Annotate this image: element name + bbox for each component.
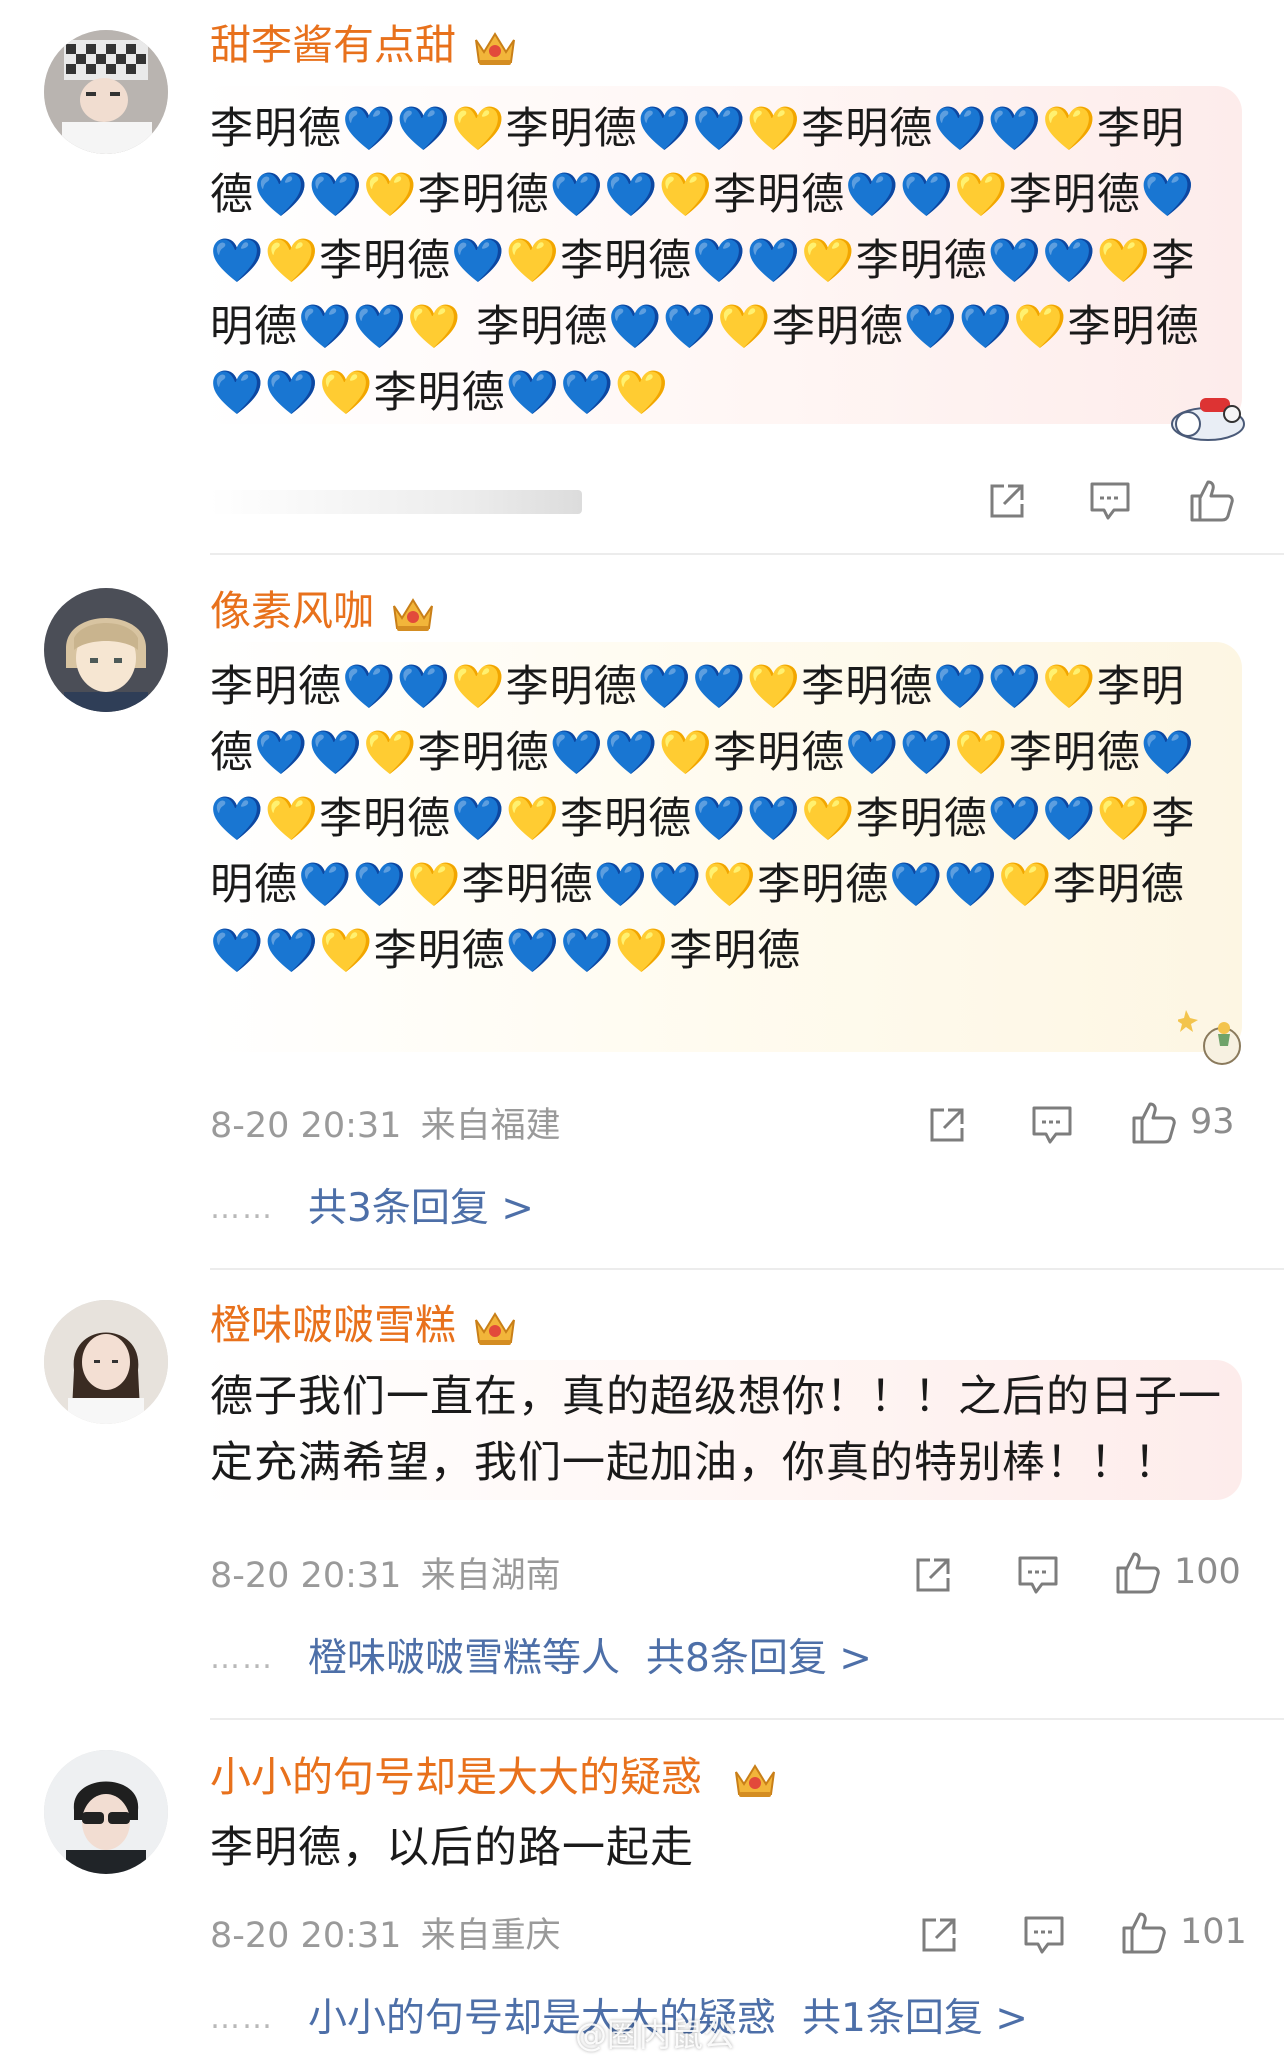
comment-text: 德子我们一直在，真的超级想你！！！之后的日子一定充满希望，我们一起加油，你真的特… — [210, 1372, 1222, 1488]
watermark: @圈内鼠公 — [575, 2016, 736, 2054]
ellipsis: …… — [210, 1641, 274, 1676]
avatar-image-icon — [44, 30, 168, 154]
like-count: 93 — [1190, 1102, 1235, 1142]
comment-meta: 8-20 20:31 来自湖南 — [210, 1554, 561, 1598]
reply-summary: 共1条回复 > — [802, 1996, 1028, 2041]
crown-badge-icon — [735, 1764, 775, 1797]
comment-meta: 8-20 20:31 来自重庆 — [210, 1914, 561, 1958]
comment-time: 8-20 20:31 — [210, 1106, 402, 1146]
avatar-image-icon — [44, 1750, 168, 1874]
reply-link[interactable]: …… 橙味啵啵雪糕等人 共8条回复 > — [210, 1634, 872, 1684]
avatar[interactable] — [44, 1750, 168, 1874]
comment-location: 来自重庆 — [420, 1916, 561, 1956]
ellipsis: …… — [210, 2001, 274, 2036]
share-icon — [990, 484, 1024, 518]
username[interactable]: 橙味啵啵雪糕 — [210, 1300, 456, 1350]
share-button[interactable] — [986, 480, 1028, 522]
like-icon — [1190, 480, 1234, 522]
avatar[interactable] — [44, 1300, 168, 1424]
like-button[interactable]: 100 — [1114, 1548, 1241, 1596]
share-button[interactable] — [912, 1554, 954, 1596]
share-icon — [930, 1108, 964, 1142]
avatar[interactable] — [44, 30, 168, 154]
divider — [210, 1268, 1284, 1270]
share-icon — [922, 1918, 956, 1952]
like-button[interactable]: 101 — [1120, 1908, 1247, 1956]
username[interactable]: 甜李酱有点甜 — [210, 20, 456, 70]
comment-bubble: 德子我们一直在，真的超级想你！！！之后的日子一定充满希望，我们一起加油，你真的特… — [196, 1360, 1242, 1500]
crown-badge-icon — [475, 32, 515, 65]
like-button[interactable] — [1188, 476, 1236, 524]
comment-bubble: 李明德💙💙💛李明德💙💙💛李明德💙💙💛李明德💙💙💛李明德💙💙💛李明德💙💙💛李明德💙… — [196, 86, 1242, 424]
reply-authors: 橙味啵啵雪糕等人 — [308, 1636, 621, 1681]
comment-meta: 8-20 20:31 来自福建 — [210, 1104, 561, 1148]
comment-icon — [1090, 482, 1130, 520]
comment-text: 李明德💙💙💛李明德💙💙💛李明德💙💙💛李明德💙💙💛李明德💙💙💛李明德💙💙💛李明德💙… — [210, 662, 1196, 976]
divider — [210, 1718, 1284, 1720]
like-icon — [1122, 1912, 1166, 1954]
username[interactable]: 像素风咖 — [210, 586, 374, 636]
comment-button[interactable] — [1088, 480, 1132, 522]
like-count: 100 — [1174, 1552, 1241, 1592]
airplane-sticker-icon — [1171, 398, 1245, 441]
share-icon — [916, 1558, 950, 1592]
comment-time: 8-20 20:31 — [210, 1916, 402, 1956]
reply-link[interactable]: …… 共3条回复 > — [210, 1184, 534, 1234]
comment-text: 李明德💙💙💛李明德💙💙💛李明德💙💙💛李明德💙💙💛李明德💙💙💛李明德💙💙💛李明德💙… — [210, 104, 1200, 418]
comment-location: 来自湖南 — [420, 1556, 561, 1596]
avatar-image-icon — [44, 1300, 168, 1424]
reply-summary: 共3条回复 > — [308, 1186, 534, 1231]
comment-icon — [1024, 1916, 1064, 1954]
comment-icon — [1032, 1106, 1072, 1144]
comment-bubble: 李明德💙💙💛李明德💙💙💛李明德💙💙💛李明德💙💙💛李明德💙💙💛李明德💙💙💛李明德💙… — [196, 642, 1242, 1052]
like-icon — [1116, 1552, 1160, 1594]
like-count: 101 — [1180, 1912, 1247, 1952]
comment-location: 来自福建 — [420, 1106, 561, 1146]
crown-badge-icon — [475, 1312, 515, 1345]
comment-icon — [1018, 1556, 1058, 1594]
little-prince-sticker-icon — [1178, 1010, 1241, 1065]
like-button[interactable]: 93 — [1130, 1098, 1235, 1146]
comment-button[interactable] — [1030, 1104, 1074, 1146]
ellipsis: …… — [210, 1191, 274, 1226]
divider — [210, 553, 1284, 555]
comment-time: 8-20 20:31 — [210, 1556, 402, 1596]
hidden-meta-bar — [210, 490, 582, 514]
comment-button[interactable] — [1022, 1914, 1066, 1956]
avatar-image-icon — [44, 588, 168, 712]
share-button[interactable] — [918, 1914, 960, 1956]
avatar[interactable] — [44, 588, 168, 712]
reply-summary: 共8条回复 > — [646, 1636, 872, 1681]
comment-list: 甜李酱有点甜 李明德💙💙💛李明德💙💙💛李明德💙💙💛李明德💙💙💛李明德💙💙💛李明德… — [0, 0, 1284, 2061]
username[interactable]: 小小的句号却是大大的疑惑 — [210, 1752, 702, 1802]
comment-text: 李明德，以后的路一起走 — [210, 1823, 694, 1873]
comment-button[interactable] — [1016, 1554, 1060, 1596]
like-icon — [1132, 1102, 1176, 1144]
crown-badge-icon — [393, 598, 433, 631]
share-button[interactable] — [926, 1104, 968, 1146]
